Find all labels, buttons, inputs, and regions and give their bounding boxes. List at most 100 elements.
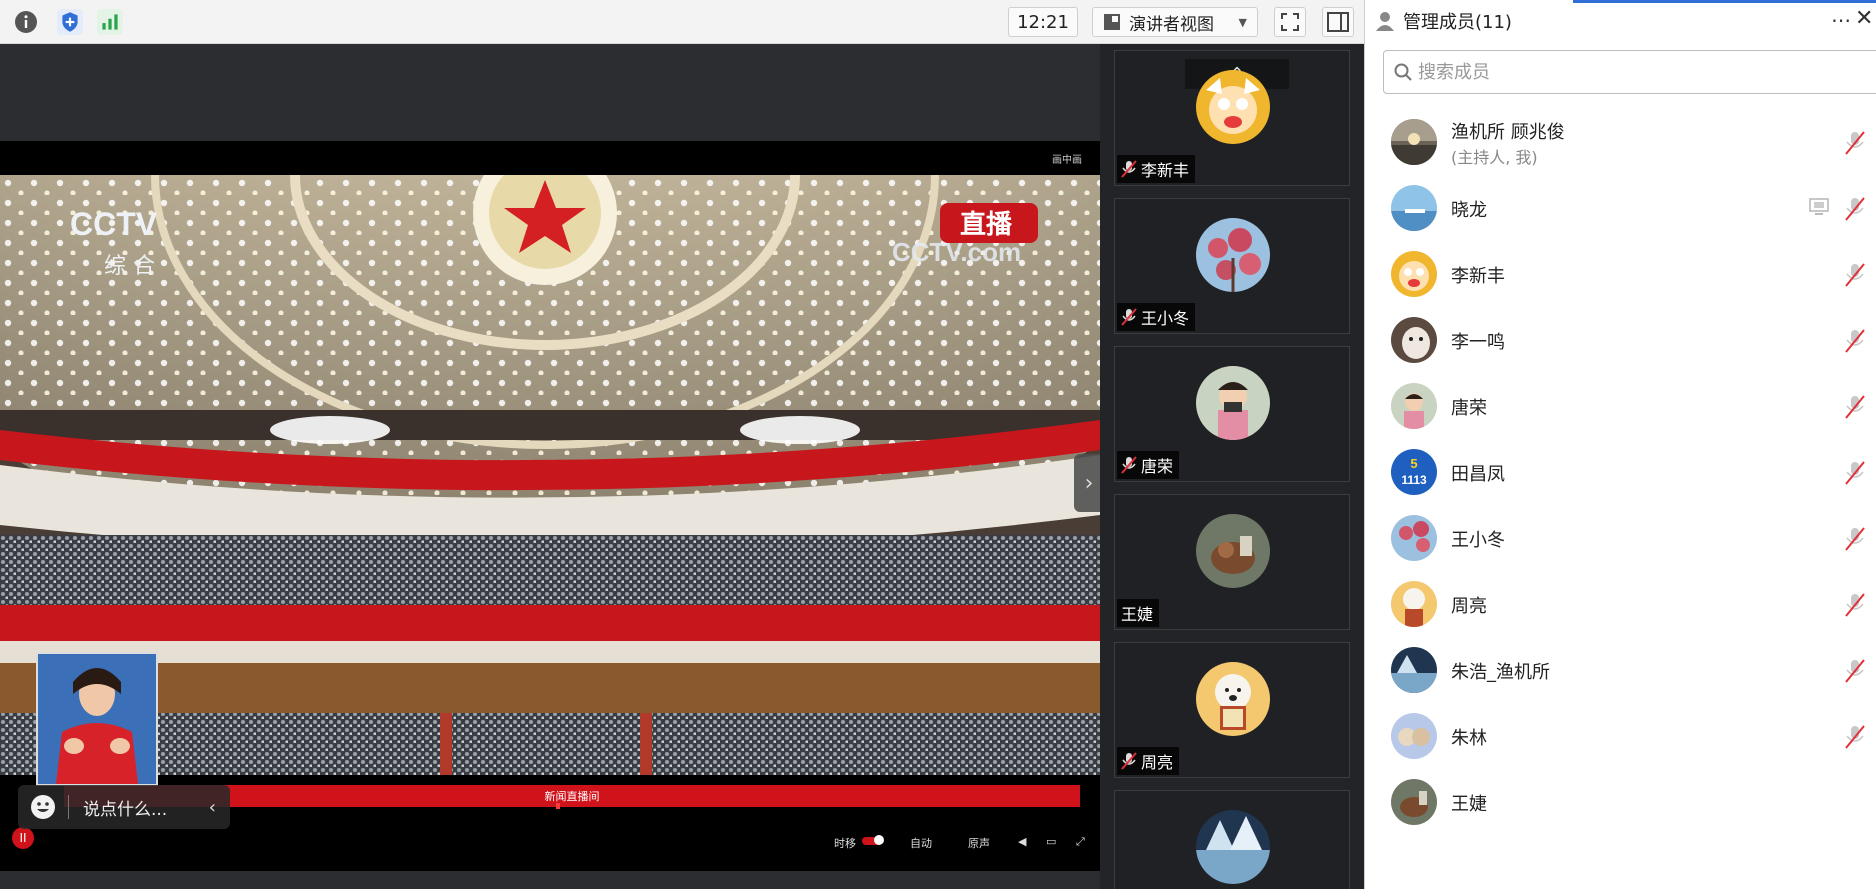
- player-logo-icon[interactable]: II: [12, 827, 34, 849]
- volume-icon[interactable]: ◀: [1018, 835, 1026, 848]
- video-tile[interactable]: ⌄: [1114, 790, 1350, 889]
- meeting-clock: 12:21: [1008, 7, 1078, 37]
- members-panel-header: 管理成员(11): [1365, 0, 1876, 42]
- more-options-icon[interactable]: ⋯: [1831, 8, 1851, 32]
- list-item[interactable]: 5 1113 田昌凤: [1365, 440, 1876, 506]
- timeshift-toggle[interactable]: [862, 835, 884, 845]
- members-panel: 管理成员(11) ⋯ ✕ 渔机所 顾兆俊 (主持人, 我) 晓龙 李新: [1364, 0, 1876, 889]
- close-icon[interactable]: ✕: [1855, 6, 1873, 31]
- list-item[interactable]: 朱浩_渔机所: [1365, 638, 1876, 704]
- participant-name-tag: 周亮: [1117, 747, 1180, 775]
- playhead-marker[interactable]: [556, 803, 560, 809]
- video-tile[interactable]: 王婕: [1114, 494, 1350, 630]
- mic-muted-icon[interactable]: [1843, 328, 1867, 354]
- meeting-app-window: 12:21 演讲者视图 ▼ 画中画 CCTV 综 合 直播 CCTV.com 新…: [0, 0, 1876, 889]
- chevron-down-icon: ▼: [1238, 15, 1247, 29]
- avatar: [1196, 366, 1270, 440]
- mic-muted-icon[interactable]: [1843, 592, 1867, 618]
- assembly-hall-scene: CCTV 综 合 直播 CCTV.com: [0, 175, 1100, 775]
- video-tile[interactable]: ⌃ 李新丰: [1114, 50, 1350, 186]
- person-icon: [1376, 12, 1394, 31]
- chevron-left-icon[interactable]: ‹: [209, 797, 216, 818]
- channel-name: 综 合: [104, 254, 155, 279]
- list-item[interactable]: 王婕: [1365, 770, 1876, 836]
- list-item[interactable]: 李一鸣: [1365, 308, 1876, 374]
- fullscreen-icon: [1281, 13, 1299, 31]
- timeshift-label: 时移: [834, 837, 856, 850]
- member-search-field[interactable]: [1383, 50, 1876, 94]
- avatar: [1391, 185, 1437, 231]
- mic-muted-icon: [1121, 160, 1137, 178]
- player-fullscreen-icon[interactable]: ⤢: [1076, 835, 1085, 849]
- chat-placeholder[interactable]: 说点什么...: [83, 795, 167, 820]
- view-mode-select[interactable]: 演讲者视图 ▼: [1092, 7, 1258, 37]
- info-icon[interactable]: [12, 8, 40, 36]
- participant-name-tag: 李新丰: [1117, 155, 1196, 183]
- list-item[interactable]: 晓龙: [1365, 176, 1876, 242]
- member-name: 李新丰: [1451, 266, 1505, 287]
- member-name: 朱浩_渔机所: [1451, 662, 1550, 683]
- list-item[interactable]: 朱林: [1365, 704, 1876, 770]
- list-item[interactable]: 周亮: [1365, 572, 1876, 638]
- live-badge: 直播: [960, 210, 1013, 240]
- view-mode-label: 演讲者视图: [1129, 14, 1214, 35]
- avatar: [1196, 218, 1270, 292]
- member-name: 田昌凤: [1451, 464, 1505, 485]
- list-item[interactable]: 唐荣: [1365, 374, 1876, 440]
- list-item[interactable]: 王小冬: [1365, 506, 1876, 572]
- video-tile[interactable]: 唐荣: [1114, 346, 1350, 482]
- channel-logo: CCTV: [70, 206, 158, 242]
- mic-muted-icon[interactable]: [1843, 196, 1867, 222]
- toggle-sidebar-button[interactable]: [1322, 7, 1354, 37]
- speaker-view-icon: [1104, 14, 1120, 30]
- theater-mode-icon[interactable]: ▭: [1046, 835, 1056, 848]
- program-label: 新闻直播间: [544, 790, 600, 803]
- member-name: 渔机所 顾兆俊: [1451, 122, 1565, 143]
- avatar: [1196, 70, 1270, 144]
- chevron-right-icon: ›: [1084, 470, 1094, 496]
- member-search-input[interactable]: [1418, 61, 1818, 83]
- participant-name: 周亮: [1141, 753, 1174, 772]
- participant-name-tag: 王小冬: [1117, 303, 1196, 331]
- mic-muted-icon[interactable]: [1843, 658, 1867, 684]
- avatar: [1391, 119, 1437, 165]
- search-icon: [1394, 63, 1412, 81]
- video-tile[interactable]: 王小冬: [1114, 198, 1350, 334]
- avatar: [1391, 779, 1437, 825]
- avatar: [1196, 514, 1270, 588]
- emoji-icon[interactable]: [30, 794, 56, 820]
- video-tile[interactable]: 周亮: [1114, 642, 1350, 778]
- screen-share-icon: [1809, 198, 1829, 215]
- mic-muted-icon[interactable]: [1843, 262, 1867, 288]
- avatar: [1196, 662, 1270, 736]
- member-role: (主持人, 我): [1451, 148, 1538, 167]
- mic-muted-icon[interactable]: [1843, 394, 1867, 420]
- network-signal-icon[interactable]: [96, 8, 124, 36]
- mic-muted-icon: [1121, 308, 1137, 326]
- broadcast-video: CCTV 综 合 直播 CCTV.com: [0, 175, 1100, 775]
- avatar: [1391, 713, 1437, 759]
- original-audio-button[interactable]: 原声: [968, 835, 990, 851]
- list-item[interactable]: 渔机所 顾兆俊 (主持人, 我): [1365, 110, 1876, 176]
- picture-in-picture-button[interactable]: 画中画: [1052, 151, 1082, 166]
- toggle-knob: [874, 835, 884, 845]
- quality-auto-button[interactable]: 自动: [910, 835, 932, 851]
- mic-muted-icon[interactable]: [1843, 724, 1867, 750]
- member-list: 渔机所 顾兆俊 (主持人, 我) 晓龙 李新丰 李一鸣 唐荣 5 1113 田昌…: [1365, 110, 1876, 836]
- fullscreen-button[interactable]: [1274, 7, 1306, 37]
- site-watermark: CCTV.com: [892, 237, 1021, 267]
- member-name: 王小冬: [1451, 530, 1505, 551]
- participant-name-tag: 唐荣: [1117, 451, 1180, 479]
- mic-muted-icon[interactable]: [1843, 526, 1867, 552]
- mic-muted-icon: [1121, 456, 1137, 474]
- security-shield-icon[interactable]: [56, 8, 84, 36]
- avatar: [1391, 317, 1437, 363]
- member-name: 唐荣: [1451, 398, 1487, 419]
- video-player[interactable]: 画中画 CCTV 综 合 直播 CCTV.com 新闻直播间 II 时移 自动 …: [0, 141, 1100, 871]
- panel-title: 管理成员(11): [1403, 12, 1512, 33]
- chat-input-pill[interactable]: 说点什么... ‹: [18, 785, 230, 829]
- mic-muted-icon[interactable]: [1843, 460, 1867, 486]
- list-item[interactable]: 李新丰: [1365, 242, 1876, 308]
- mic-muted-icon[interactable]: [1843, 130, 1867, 156]
- avatar: [1391, 515, 1437, 561]
